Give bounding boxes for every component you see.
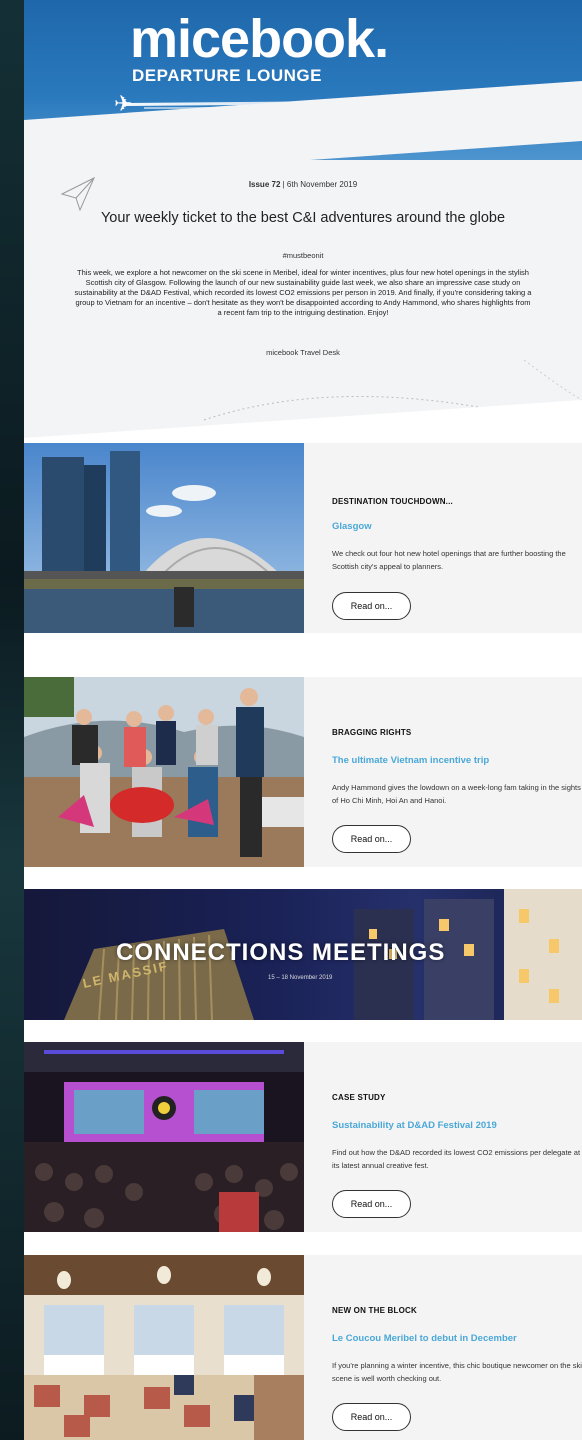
article-description: Andy Hammond gives the lowdown on a week… bbox=[332, 783, 581, 805]
read-on-button[interactable]: Read on... bbox=[332, 825, 411, 853]
signoff: micebook Travel Desk bbox=[266, 348, 340, 357]
article-kicker: CASE STUDY bbox=[332, 1093, 386, 1102]
newsletter: micebook. DEPARTURE LOUNGE ✈ Issue 72 | … bbox=[24, 0, 582, 1440]
dandad-festival-photo[interactable] bbox=[24, 1042, 304, 1232]
logo-subtitle: DEPARTURE LOUNGE bbox=[132, 66, 322, 85]
article-kicker: BRAGGING RIGHTS bbox=[332, 728, 412, 737]
article-headline-link[interactable]: Glasgow bbox=[332, 521, 372, 532]
issue-date: 6th November 2019 bbox=[286, 180, 358, 189]
article-description: If you're planning a winter incentive, t… bbox=[332, 1361, 582, 1383]
intro-section: Issue 72 | 6th November 2019 Your weekly… bbox=[24, 160, 582, 438]
hashtag: #mustbeonit bbox=[282, 251, 324, 260]
tagline: Your weekly ticket to the best C&I adven… bbox=[100, 210, 506, 226]
issue-number: Issue 72 bbox=[248, 180, 281, 189]
article-card-vietnam: BRAGGING RIGHTS The ultimate Vietnam inc… bbox=[24, 677, 582, 867]
article-description: Find out how the D&AD recorded its lowes… bbox=[332, 1148, 581, 1170]
micebook-logo[interactable]: micebook. bbox=[130, 8, 389, 70]
read-on-button[interactable]: Read on... bbox=[332, 1403, 411, 1431]
article-description: We check out four hot new hotel openings… bbox=[332, 549, 566, 571]
le-coucou-interior-photo[interactable] bbox=[24, 1255, 304, 1440]
article-card-dandad: CASE STUDY Sustainability at D&AD Festiv… bbox=[24, 1042, 582, 1232]
dashed-flight-path bbox=[24, 360, 582, 438]
banner-dates: 15 – 18 November 2019 bbox=[268, 975, 333, 981]
glasgow-photo[interactable] bbox=[24, 443, 304, 633]
read-on-button[interactable]: Read on... bbox=[332, 592, 411, 620]
connections-meetings-banner[interactable]: LE MASSIF CONNECTIONS MEETINGS 15 – 18 N… bbox=[24, 889, 582, 1020]
article-headline-link[interactable]: The ultimate Vietnam incentive trip bbox=[332, 755, 489, 766]
issue-line: Issue 72 | 6th November 2019 bbox=[24, 180, 582, 189]
article-card-glasgow: DESTINATION TOUCHDOWN... Glasgow We chec… bbox=[24, 443, 582, 633]
intro-body: This week, we explore a hot newcomer on … bbox=[74, 268, 532, 317]
vietnam-group-photo[interactable] bbox=[24, 677, 304, 867]
header-fold bbox=[24, 80, 582, 160]
read-on-button[interactable]: Read on... bbox=[332, 1190, 411, 1218]
header-hero: micebook. DEPARTURE LOUNGE ✈ bbox=[24, 0, 582, 160]
page-background-strip bbox=[0, 0, 24, 1440]
banner-title: CONNECTIONS MEETINGS bbox=[116, 939, 446, 966]
article-headline-link[interactable]: Le Coucou Meribel to debut in December bbox=[332, 1333, 517, 1344]
article-card-le-coucou: NEW ON THE BLOCK Le Coucou Meribel to de… bbox=[24, 1255, 582, 1440]
article-kicker: DESTINATION TOUCHDOWN... bbox=[332, 497, 453, 506]
article-kicker: NEW ON THE BLOCK bbox=[332, 1306, 417, 1315]
article-headline-link[interactable]: Sustainability at D&AD Festival 2019 bbox=[332, 1120, 497, 1131]
